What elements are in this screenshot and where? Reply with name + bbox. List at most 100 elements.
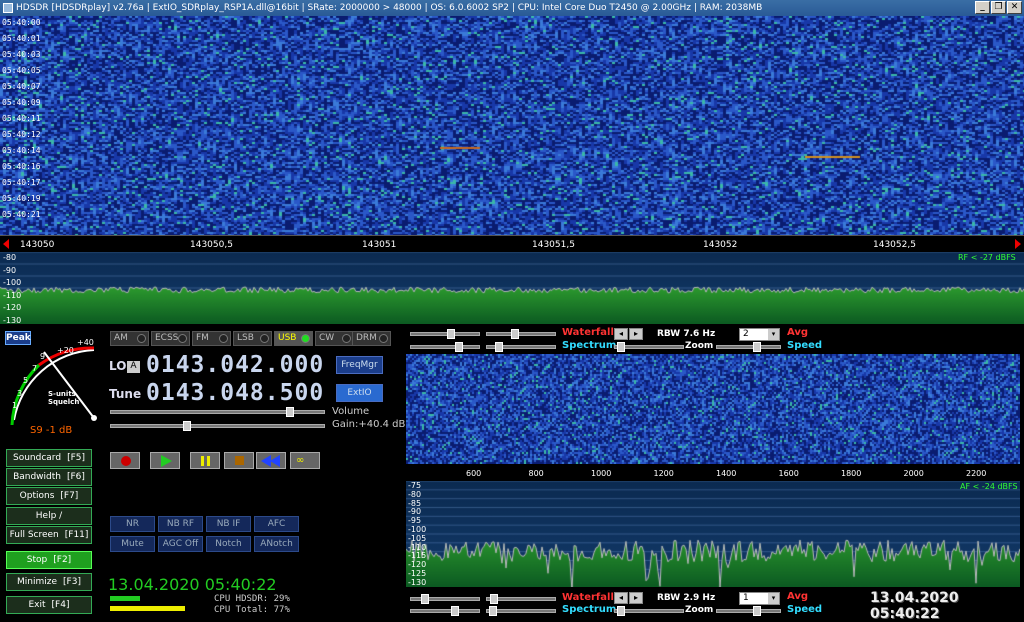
- dsp-button-mute[interactable]: Mute: [110, 536, 155, 552]
- dsp-button-agc-off[interactable]: AGC Off: [158, 536, 203, 552]
- rf-zoom-label: Zoom: [685, 341, 714, 351]
- af-speed-slider[interactable]: [716, 606, 781, 616]
- rf-db-label: -100: [3, 278, 22, 287]
- rf-spectrum-slider-2[interactable]: [486, 342, 556, 352]
- mode-button-am[interactable]: AM: [110, 331, 149, 346]
- rf-db-label: -130: [3, 315, 22, 325]
- dsp-button-afc[interactable]: AFC: [254, 516, 299, 532]
- af-waterfall-label: Waterfall: [562, 592, 614, 603]
- loop-button[interactable]: ∞: [290, 452, 320, 469]
- rf-spin-left[interactable]: ◂: [614, 328, 628, 340]
- rf-waterfall-label: Waterfall: [562, 327, 614, 338]
- waterfall-time-label: 05:40:11: [2, 114, 41, 123]
- af-waterfall-slider-2[interactable]: [486, 594, 556, 604]
- tune-frequency[interactable]: 0143.048.500: [146, 380, 324, 406]
- mode-button-drm[interactable]: DRM: [352, 331, 391, 346]
- button-minimize[interactable]: Minimize [F3]: [6, 573, 92, 591]
- rf-speed-slider[interactable]: [716, 342, 781, 352]
- stop-icon: [235, 456, 244, 465]
- stop-button[interactable]: [224, 452, 254, 469]
- button-label: Options: [19, 491, 55, 501]
- mode-led-icon: [301, 334, 310, 343]
- button-label: Minimize: [17, 577, 58, 587]
- scroll-left-icon[interactable]: [3, 239, 9, 249]
- extio-button[interactable]: ExtIO: [336, 384, 383, 402]
- mode-led-icon: [137, 334, 146, 343]
- rf-rbw: RBW 7.6 Hz: [657, 329, 716, 339]
- button-key: [F7]: [60, 491, 79, 501]
- af-waterfall[interactable]: [406, 354, 1020, 464]
- rf-waterfall[interactable]: [0, 16, 1024, 235]
- lo-frequency[interactable]: 0143.042.000: [146, 352, 324, 378]
- bottom-datetime: 13.04.2020 05:40:22: [870, 590, 959, 622]
- scroll-right-icon[interactable]: [1015, 239, 1021, 249]
- lo-a-button[interactable]: A: [127, 361, 140, 373]
- play-button[interactable]: [150, 452, 180, 469]
- button-exit[interactable]: Exit [F4]: [6, 596, 92, 614]
- title-bar: HDSDR [HDSDRplay] v2.76a | ExtIO_SDRplay…: [0, 0, 1024, 16]
- af-spectrum[interactable]: [406, 481, 1020, 587]
- af-db-label: -80: [408, 489, 422, 499]
- button-help-update[interactable]: Help / Update[F1]: [6, 507, 92, 537]
- button-bandwidth[interactable]: Bandwidth [F6]: [6, 468, 92, 486]
- pause-icon: [201, 456, 204, 466]
- rf-spectrum-slider-1[interactable]: [410, 342, 480, 352]
- cpu-hdsdr-bar: [110, 596, 140, 601]
- af-avg-select[interactable]: 1 ▾: [739, 592, 780, 605]
- peak-button[interactable]: Peak: [5, 331, 31, 345]
- smeter-reading: S9 -1 dB: [30, 425, 73, 436]
- rf-zoom-slider[interactable]: [614, 342, 684, 352]
- dsp-button-nb-if[interactable]: NB IF: [206, 516, 251, 532]
- af-db-label: -85: [408, 498, 422, 508]
- mode-label: FM: [196, 333, 209, 343]
- mode-button-lsb[interactable]: LSB: [233, 331, 272, 346]
- af-frequency-axis[interactable]: 60080010001200140016001800200022002400: [406, 464, 1020, 481]
- restore-button[interactable]: ❐: [991, 1, 1006, 14]
- minimize-button[interactable]: _: [975, 1, 990, 14]
- pause-button[interactable]: [190, 452, 220, 469]
- rf-waterfall-slider-2[interactable]: [486, 329, 556, 339]
- dsp-button-nb-rf[interactable]: NB RF: [158, 516, 203, 532]
- rf-avg-select[interactable]: 2 ▾: [739, 328, 780, 341]
- freq-tick-label: 143050,5: [190, 240, 233, 250]
- close-button[interactable]: ✕: [1007, 1, 1022, 14]
- waterfall-time-labels: 05:40:00 05:40:01 05:40:03 05:40:05 05:40:07…: [0, 16, 41, 235]
- dsp-button-notch[interactable]: Notch: [206, 536, 251, 552]
- af-spectrum-slider-2[interactable]: [486, 606, 556, 616]
- button-stop[interactable]: Stop [F2]: [6, 551, 92, 569]
- af-spectrum-slider-1[interactable]: [410, 606, 480, 616]
- button-label: Bandwidth: [13, 472, 61, 482]
- rf-waterfall-slider-1[interactable]: [410, 329, 480, 339]
- waterfall-time-label: 05:40:14: [2, 146, 41, 155]
- af-spin-left[interactable]: ◂: [614, 592, 628, 604]
- af-zoom-label: Zoom: [685, 605, 714, 615]
- freq-tick-label: 143052,5: [873, 240, 916, 250]
- button-soundcard[interactable]: Soundcard [F5]: [6, 449, 92, 467]
- mode-button-cw[interactable]: CW: [315, 331, 354, 346]
- mode-button-fm[interactable]: FM: [192, 331, 231, 346]
- button-full-screen[interactable]: Full Screen [F11]: [6, 526, 92, 544]
- rf-db-label: -120: [3, 303, 22, 312]
- af-freq-tick: 1600: [778, 469, 799, 478]
- rewind-button[interactable]: [256, 452, 286, 469]
- volume-slider[interactable]: [110, 407, 325, 417]
- dsp-button-nr[interactable]: NR: [110, 516, 155, 532]
- freqmgr-button[interactable]: FreqMgr: [336, 356, 383, 374]
- rf-frequency-axis[interactable]: 143050 143050,5 143051 143051,5 143052 143052…: [0, 235, 1024, 252]
- af-spin-right[interactable]: ▸: [629, 592, 643, 604]
- mode-button-ecss[interactable]: ECSS: [151, 331, 190, 346]
- af-db-label: -115: [408, 551, 427, 561]
- rf-spectrum-label: Spectrum: [562, 340, 617, 351]
- dsp-button-anotch[interactable]: ANotch: [254, 536, 299, 552]
- cpu-hdsdr: CPU HDSDR: 29%: [214, 594, 290, 604]
- squelch-slider[interactable]: [110, 421, 325, 431]
- waterfall-time-label: 05:40:03: [2, 50, 41, 59]
- record-button[interactable]: [110, 452, 140, 469]
- af-waterfall-slider-1[interactable]: [410, 594, 480, 604]
- rf-spin-right[interactable]: ▸: [629, 328, 643, 340]
- button-options[interactable]: Options [F7]: [6, 487, 92, 505]
- button-key: [F3]: [63, 577, 81, 587]
- mode-button-usb[interactable]: USB: [274, 331, 313, 346]
- rf-spectrum[interactable]: [0, 252, 1024, 324]
- af-zoom-slider[interactable]: [614, 606, 684, 616]
